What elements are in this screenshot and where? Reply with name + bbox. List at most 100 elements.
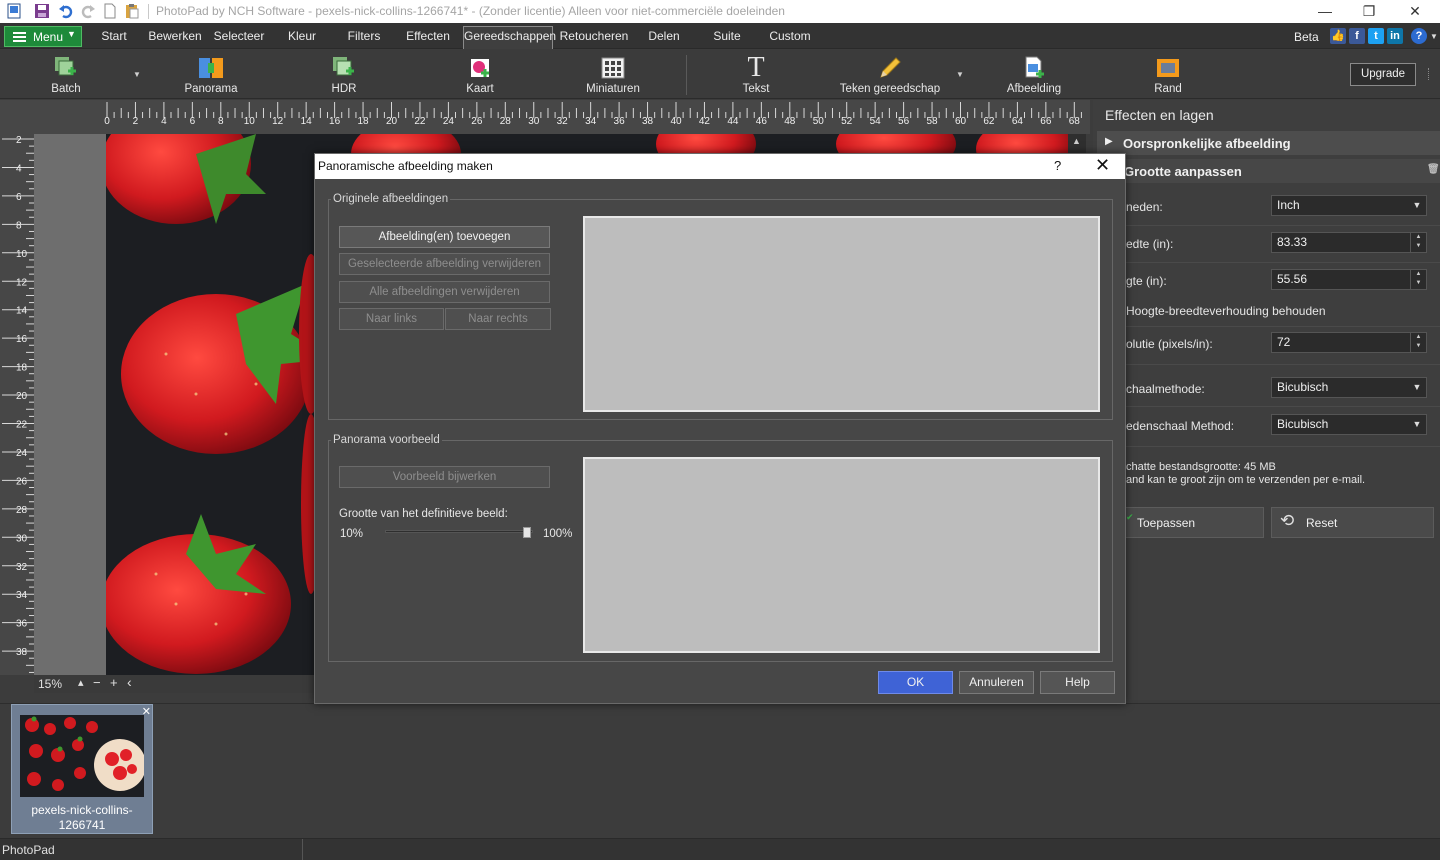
maximize-button[interactable]: ❐: [1346, 0, 1392, 23]
linkedin-icon[interactable]: in: [1387, 28, 1403, 44]
scale-method-select[interactable]: Bicubisch ▼: [1271, 377, 1427, 398]
tab-suite[interactable]: Suite: [708, 27, 746, 49]
twitter-icon[interactable]: t: [1368, 28, 1384, 44]
panorama-preview-area: [583, 457, 1100, 653]
ruler-label: 30: [528, 116, 540, 127]
zoom-in-button[interactable]: +: [110, 675, 118, 690]
batch-dropdown-icon[interactable]: ▼: [133, 70, 141, 79]
row-divider: [1097, 326, 1440, 327]
ruler-label: 46: [756, 116, 768, 127]
layer-original-image[interactable]: ▶ Oorspronkelijke afbeelding: [1097, 131, 1440, 155]
move-left-button[interactable]: Naar links: [339, 308, 444, 330]
layer-resize[interactable]: Grootte aanpassen 🗑: [1097, 159, 1440, 183]
help-dropdown-icon[interactable]: ▼: [1430, 32, 1438, 41]
ok-button[interactable]: OK: [878, 671, 953, 694]
facebook-icon[interactable]: f: [1349, 28, 1365, 44]
tekst-tool[interactable]: T Tekst: [726, 50, 786, 99]
panorama-tool[interactable]: Panorama: [176, 50, 246, 99]
redo-icon[interactable]: [80, 3, 96, 19]
tab-selecteer[interactable]: Selecteer: [211, 27, 267, 49]
close-window-button[interactable]: ✕: [1392, 0, 1438, 23]
ruler-label: 10: [16, 249, 28, 260]
new-file-icon[interactable]: [102, 3, 118, 19]
undo-icon[interactable]: [58, 3, 74, 19]
final-size-slider[interactable]: [385, 527, 533, 541]
hdr-tool[interactable]: HDR: [314, 50, 374, 99]
keep-aspect-checkbox[interactable]: Hoogte-breedteverhouding behouden: [1126, 304, 1326, 318]
units-select[interactable]: Inch ▼: [1271, 195, 1427, 216]
effects-panel-title: Effecten en lagen: [1105, 107, 1214, 123]
toolbar-separator: [686, 55, 687, 95]
resolution-spinner[interactable]: ▲ ▼: [1410, 333, 1426, 352]
tab-filters[interactable]: Filters: [340, 27, 388, 49]
row-divider: [1097, 225, 1440, 226]
ruler-label: 28: [500, 116, 512, 127]
map-icon: [471, 59, 489, 77]
chevron-down-icon: ▼: [1412, 200, 1422, 210]
insert-image-icon: [1025, 56, 1044, 78]
close-thumbnail-icon[interactable]: ✕: [142, 705, 151, 718]
remove-all-button[interactable]: Alle afbeeldingen verwijderen: [339, 281, 550, 303]
resolution-input[interactable]: 72 ▲ ▼: [1271, 332, 1427, 353]
rand-tool[interactable]: Rand: [1140, 50, 1196, 99]
afbeelding-tool[interactable]: Afbeelding: [1004, 50, 1064, 99]
paste-icon[interactable]: [124, 3, 140, 19]
like-icon[interactable]: 👍: [1330, 28, 1346, 44]
app-icon[interactable]: [6, 3, 22, 19]
remove-selected-button[interactable]: Geselecteerde afbeelding verwijderen: [339, 253, 550, 275]
tab-gereedschappen[interactable]: Gereedschappen: [463, 26, 556, 49]
save-icon[interactable]: [34, 3, 50, 19]
help-button[interactable]: Help: [1040, 671, 1115, 694]
downscale-method-value: Bicubisch: [1277, 417, 1329, 431]
row-divider: [1097, 364, 1440, 365]
height-label: gte (in):: [1126, 274, 1167, 288]
update-preview-button[interactable]: Voorbeeld bijwerken: [339, 466, 550, 488]
resolution-label: olutie (pixels/in):: [1126, 337, 1213, 351]
minimize-button[interactable]: —: [1302, 0, 1348, 23]
help-icon[interactable]: ?: [1411, 28, 1427, 44]
chevron-down-icon: ▼: [1412, 419, 1422, 429]
ruler-label: 48: [784, 116, 796, 127]
originals-list-area[interactable]: [583, 216, 1100, 412]
apply-button[interactable]: ✔ Toepassen: [1123, 507, 1264, 538]
dialog-help-icon[interactable]: ?: [1054, 158, 1061, 173]
tab-kleur[interactable]: Kleur: [282, 27, 322, 49]
tab-start[interactable]: Start: [94, 27, 134, 49]
ruler-label: 20: [386, 116, 398, 127]
tab-delen[interactable]: Delen: [644, 27, 684, 49]
width-input[interactable]: 83.33 ▲ ▼: [1271, 232, 1427, 253]
zoom-up-icon[interactable]: ▴: [78, 676, 84, 689]
main-menu-button[interactable]: Menu ▼: [4, 26, 82, 47]
ruler-label: 64: [1012, 116, 1024, 127]
add-images-button[interactable]: Afbeelding(en) toevoegen: [339, 226, 550, 248]
hdr-label: HDR: [331, 83, 357, 95]
slider-thumb[interactable]: [523, 527, 531, 538]
height-input[interactable]: 55.56 ▲ ▼: [1271, 269, 1427, 290]
scroll-left-icon[interactable]: ‹: [127, 674, 132, 690]
scroll-up-icon[interactable]: ▲: [1072, 136, 1081, 146]
dialog-close-icon[interactable]: ✕: [1095, 155, 1110, 176]
upgrade-button[interactable]: Upgrade: [1350, 63, 1416, 86]
draw-dropdown-icon[interactable]: ▼: [956, 70, 964, 79]
tab-bewerken[interactable]: Bewerken: [146, 27, 204, 49]
teken-gereedschap-tool[interactable]: Teken gereedschap: [836, 50, 944, 99]
height-spinner[interactable]: ▲ ▼: [1410, 270, 1426, 289]
pencil-icon: [880, 57, 901, 78]
reset-button[interactable]: ⟲ Reset: [1271, 507, 1434, 538]
delete-layer-icon[interactable]: 🗑: [1427, 164, 1440, 175]
tab-effecten[interactable]: Effecten: [402, 27, 454, 49]
tab-retoucheren[interactable]: Retoucheren: [559, 27, 629, 49]
thumbnail-item[interactable]: ✕ pexels-nick-collins- 1266741: [11, 704, 153, 834]
width-spinner[interactable]: ▲ ▼: [1410, 233, 1426, 252]
height-value: 55.56: [1277, 272, 1308, 286]
batch-tool[interactable]: Batch: [36, 50, 96, 99]
zoom-out-button[interactable]: −: [93, 675, 101, 690]
miniaturen-tool[interactable]: Miniaturen: [578, 50, 648, 99]
kaart-tool[interactable]: Kaart: [450, 50, 510, 99]
move-right-button[interactable]: Naar rechts: [445, 308, 551, 330]
downscale-method-select[interactable]: Bicubisch ▼: [1271, 414, 1427, 435]
slider-track: [385, 530, 533, 533]
ruler-label: 60: [955, 116, 967, 127]
cancel-button[interactable]: Annuleren: [959, 671, 1034, 694]
tab-custom[interactable]: Custom: [766, 27, 814, 49]
